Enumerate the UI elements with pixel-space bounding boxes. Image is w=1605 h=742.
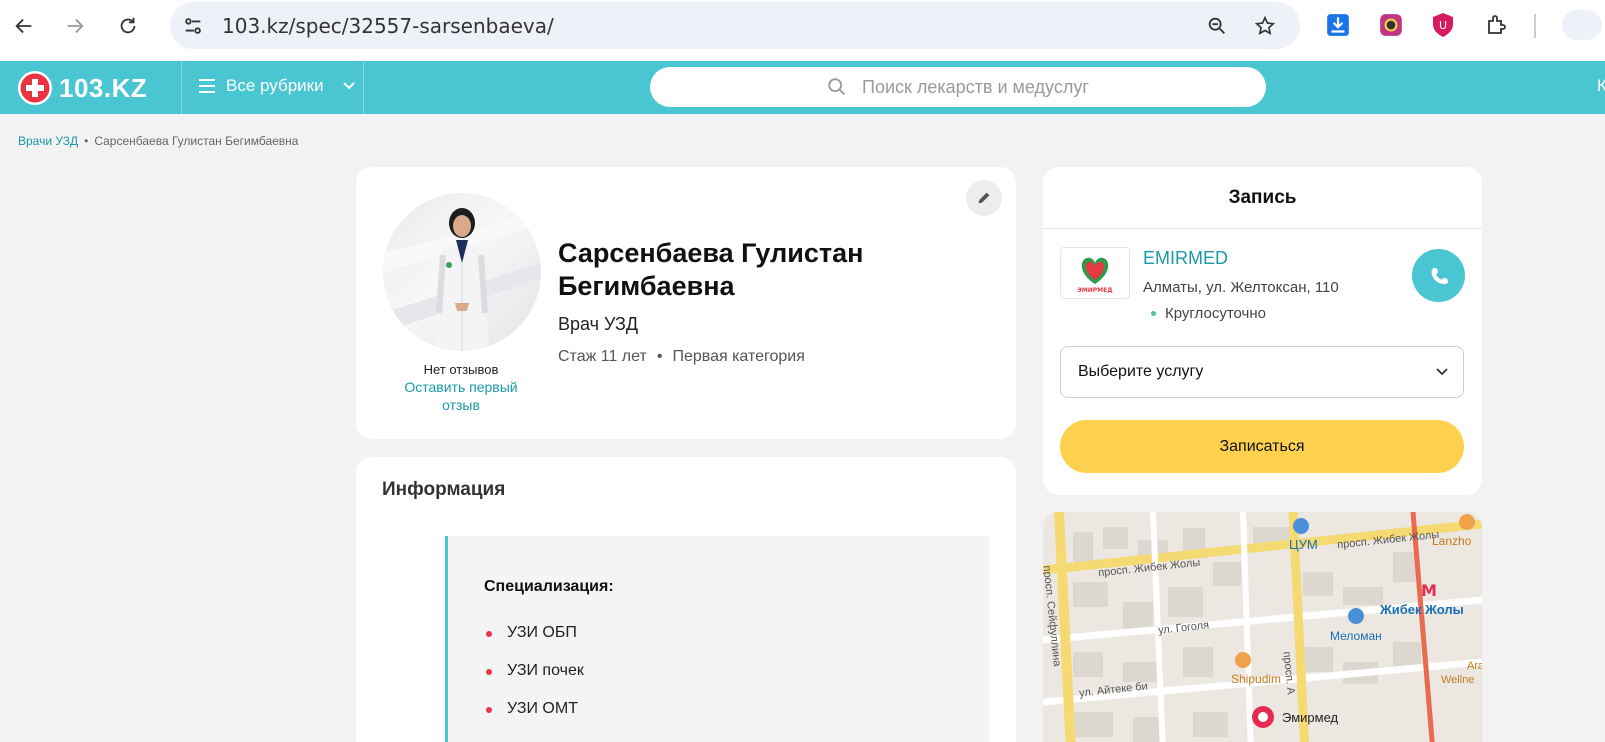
breadcrumb-separator: •	[84, 134, 89, 148]
address-bar[interactable]: 103.kz/spec/32557-sarsenbaeva/	[170, 2, 1300, 49]
logo-cross-icon	[18, 71, 52, 105]
list-item: УЗИ ОБП	[484, 624, 584, 662]
pencil-icon	[978, 192, 990, 204]
menu-icon	[199, 79, 215, 93]
chevron-down-icon	[342, 82, 355, 90]
reload-icon[interactable]	[112, 10, 144, 42]
specialization-box: Специализация: УЗИ ОБП УЗИ почек УЗИ ОМТ	[445, 536, 989, 742]
info-title: Информация	[382, 479, 506, 500]
bullet-icon	[486, 631, 492, 637]
breadcrumb-link-uzd[interactable]: Врачи УЗД	[18, 134, 78, 148]
rubrics-label: Все рубрики	[226, 76, 324, 95]
specialization-list: УЗИ ОБП УЗИ почек УЗИ ОМТ	[484, 624, 584, 738]
list-item-label: УЗИ ОБП	[507, 624, 577, 641]
download-icon[interactable]	[1323, 10, 1353, 40]
search-icon	[828, 78, 845, 95]
search-placeholder: Поиск лекарств и медуслуг	[862, 77, 1089, 97]
browser-toolbar: 103.kz/spec/32557-sarsenbaeva/ U	[0, 0, 1605, 61]
list-item: УЗИ почек	[484, 662, 584, 700]
map-poi[interactable]: Меломан	[1330, 629, 1382, 643]
zoom-out-icon[interactable]	[1204, 13, 1230, 39]
info-card: Информация Специализация: УЗИ ОБП УЗИ по…	[356, 457, 1016, 742]
meta-separator: •	[656, 348, 663, 365]
svg-text:M: M	[1421, 581, 1437, 600]
doctor-profile-card: Нет отзывов Оставить первый отзыв Сарсен…	[356, 167, 1016, 439]
booking-title: Запись	[1228, 187, 1297, 208]
clinic-name-link[interactable]: EMIRMED	[1143, 248, 1228, 269]
status-dot-icon	[1151, 311, 1156, 316]
call-button[interactable]	[1412, 249, 1465, 302]
specialization-heading: Специализация:	[484, 578, 614, 595]
site-settings-icon[interactable]	[180, 13, 206, 39]
map-poi[interactable]: ЦУМ	[1289, 537, 1318, 552]
doctor-meta: Стаж 11 лет • Первая категория	[558, 348, 805, 366]
all-rubrics-menu[interactable]: Все рубрики	[198, 76, 356, 96]
edit-button[interactable]	[966, 180, 1002, 216]
puzzle-icon[interactable]	[1482, 10, 1512, 40]
breadcrumb: Врачи УЗД • Сарсенбаева Гулистан Бегимба…	[18, 134, 298, 148]
breadcrumb-current: Сарсенбаева Гулистан Бегимбаевна	[94, 134, 299, 148]
search-input[interactable]: Поиск лекарств и медуслуг	[650, 67, 1266, 107]
leave-review-link[interactable]: Оставить первый отзыв	[401, 378, 521, 414]
bookmark-star-icon[interactable]	[1252, 13, 1278, 39]
back-icon[interactable]	[8, 10, 40, 42]
svg-text:U: U	[1439, 19, 1447, 32]
forward-icon[interactable]	[59, 10, 91, 42]
doctor-specialty: Врач УЗД	[558, 314, 639, 334]
doctor-photo	[383, 193, 541, 351]
clinic-address: Алматы, ул. Желтоксан, 110	[1143, 279, 1339, 296]
map-canvas: M	[1043, 512, 1482, 742]
header-divider	[363, 61, 364, 114]
booking-card: Запись ЭМИРМЕД EMIRMED Алматы, ул. Желто…	[1043, 167, 1482, 495]
phone-icon	[1431, 267, 1448, 284]
service-select-label: Выберите услугу	[1078, 363, 1204, 380]
camera-extension-icon[interactable]	[1376, 10, 1406, 40]
shield-extension-icon[interactable]: U	[1428, 10, 1458, 40]
logo-text: 103.KZ	[59, 72, 148, 103]
map-poi[interactable]: Жибек Жолы	[1380, 602, 1464, 617]
clinic-map[interactable]: M просп. Жибек Жолы просп. Жибек Жолы пр…	[1043, 512, 1482, 742]
map-poi[interactable]: Shipudim	[1231, 672, 1281, 686]
clinic-hours-label: Круглосуточно	[1165, 305, 1266, 322]
chevron-down-icon	[1436, 368, 1448, 376]
list-item: УЗИ ОМТ	[484, 700, 584, 738]
clinic-logo-text: ЭМИРМЕД	[1077, 287, 1112, 294]
clinic-hours: Круглосуточно	[1151, 305, 1266, 322]
profile-button[interactable]	[1562, 10, 1602, 40]
site-header: 103.KZ Все рубрики Поиск лекарств и меду…	[0, 61, 1605, 114]
map-poi[interactable]: Эмирмед	[1282, 710, 1338, 725]
doctor-name: Сарсенбаева Гулистан Бегимбаевна	[558, 238, 864, 301]
map-poi[interactable]: Wellne	[1441, 674, 1474, 686]
toolbar-divider	[1534, 14, 1536, 38]
clinic-logo[interactable]: ЭМИРМЕД	[1060, 247, 1130, 299]
map-poi[interactable]: Lanzho	[1432, 534, 1471, 548]
map-poi[interactable]: Ara	[1467, 660, 1482, 672]
service-select[interactable]: Выберите услугу	[1060, 346, 1464, 398]
list-item-label: УЗИ ОМТ	[507, 700, 578, 717]
header-cut-text[interactable]: К	[1597, 76, 1605, 96]
site-logo[interactable]: 103.KZ	[17, 70, 147, 106]
no-reviews-label: Нет отзывов	[423, 362, 499, 377]
book-button[interactable]: Записаться	[1060, 420, 1464, 473]
booking-divider	[1043, 228, 1482, 229]
url-text[interactable]: 103.kz/spec/32557-sarsenbaeva/	[222, 14, 554, 38]
doctor-experience: Стаж 11 лет	[558, 348, 647, 365]
list-item-label: УЗИ почек	[507, 662, 584, 679]
header-divider	[181, 61, 182, 114]
bullet-icon	[486, 707, 492, 713]
bullet-icon	[486, 669, 492, 675]
doctor-category: Первая категория	[672, 348, 805, 365]
